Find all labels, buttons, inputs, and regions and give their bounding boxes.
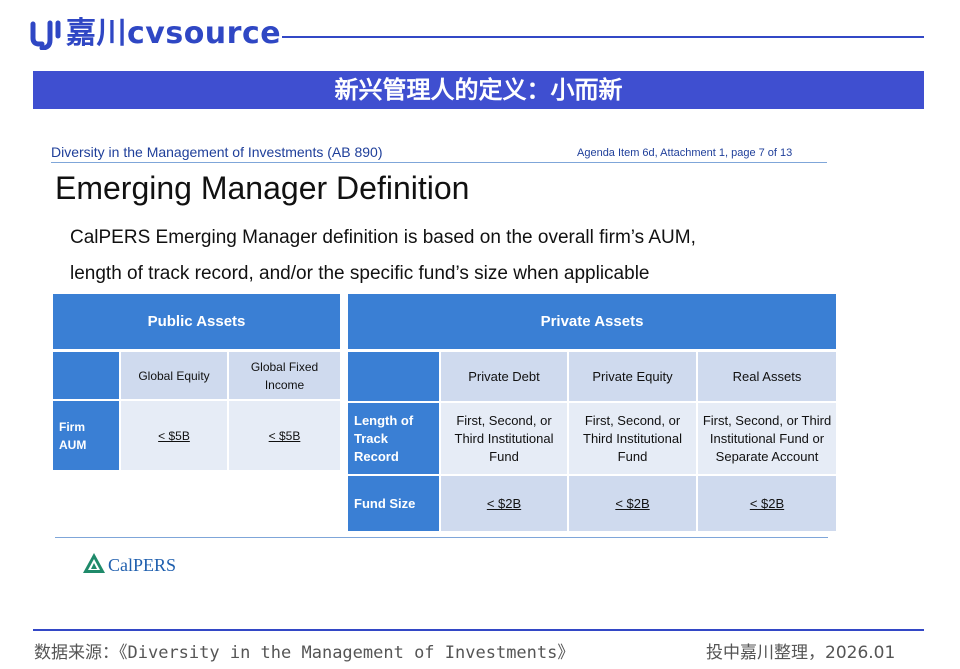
column-header-global-fixed-income: Global Fixed Income (229, 352, 340, 399)
column-header-private-debt: Private Debt (441, 352, 567, 401)
brand-logo-text: 嘉川cvsource (66, 16, 282, 51)
fund-size-private-debt: < $2B (441, 476, 567, 531)
public-corner-cell (53, 352, 119, 399)
slide-title: Emerging Manager Definition (55, 170, 470, 206)
firm-aum-global-equity: < $5B (121, 401, 227, 470)
calpers-logo-text: CalPERS (108, 555, 177, 575)
firm-aum-global-fixed-income: < $5B (229, 401, 340, 470)
slide-source-title: Diversity in the Management of Investmen… (51, 144, 383, 160)
slide-divider (51, 162, 827, 163)
intro-line-1: CalPERS Emerging Manager definition is b… (70, 227, 696, 248)
page-title-banner: 新兴管理人的定义：小而新 (33, 71, 924, 109)
footer-divider (33, 629, 924, 631)
calpers-logo-icon (83, 553, 105, 573)
column-header-private-equity: Private Equity (569, 352, 696, 401)
value-text: < $5B (268, 428, 301, 443)
row-label-track-record: Length of Track Record (348, 403, 439, 474)
fund-size-private-equity: < $2B (569, 476, 696, 531)
value-text: < $2B (486, 495, 522, 511)
intro-line-2: length of track record, and/or the speci… (70, 263, 650, 284)
value-text: < $2B (749, 495, 785, 511)
footer-credit: 投中嘉川整理，2026.01 (706, 643, 896, 663)
public-assets-header: Public Assets (53, 294, 340, 349)
private-corner-cell (348, 352, 439, 401)
fund-size-real-assets: < $2B (698, 476, 836, 531)
row-label-fund-size: Fund Size (348, 476, 439, 531)
private-assets-header: Private Assets (348, 294, 836, 349)
column-header-real-assets: Real Assets (698, 352, 836, 401)
value-text: < $2B (615, 495, 650, 511)
brand-logo-icon (30, 20, 61, 50)
value-text: < $5B (158, 428, 190, 443)
footer-source: 数据来源：《Diversity in the Management of Inv… (34, 643, 575, 663)
header-divider (282, 36, 924, 38)
track-record-private-debt: First, Second, or Third Institutional Fu… (441, 403, 567, 474)
column-header-global-equity: Global Equity (121, 352, 227, 399)
track-record-private-equity: First, Second, or Third Institutional Fu… (569, 403, 696, 474)
slide-bottom-divider (55, 537, 828, 538)
slide-page-reference: Agenda Item 6d, Attachment 1, page 7 of … (577, 147, 793, 159)
row-label-firm-aum: Firm AUM (53, 401, 119, 470)
track-record-real-assets: First, Second, or Third Institutional Fu… (698, 403, 836, 474)
